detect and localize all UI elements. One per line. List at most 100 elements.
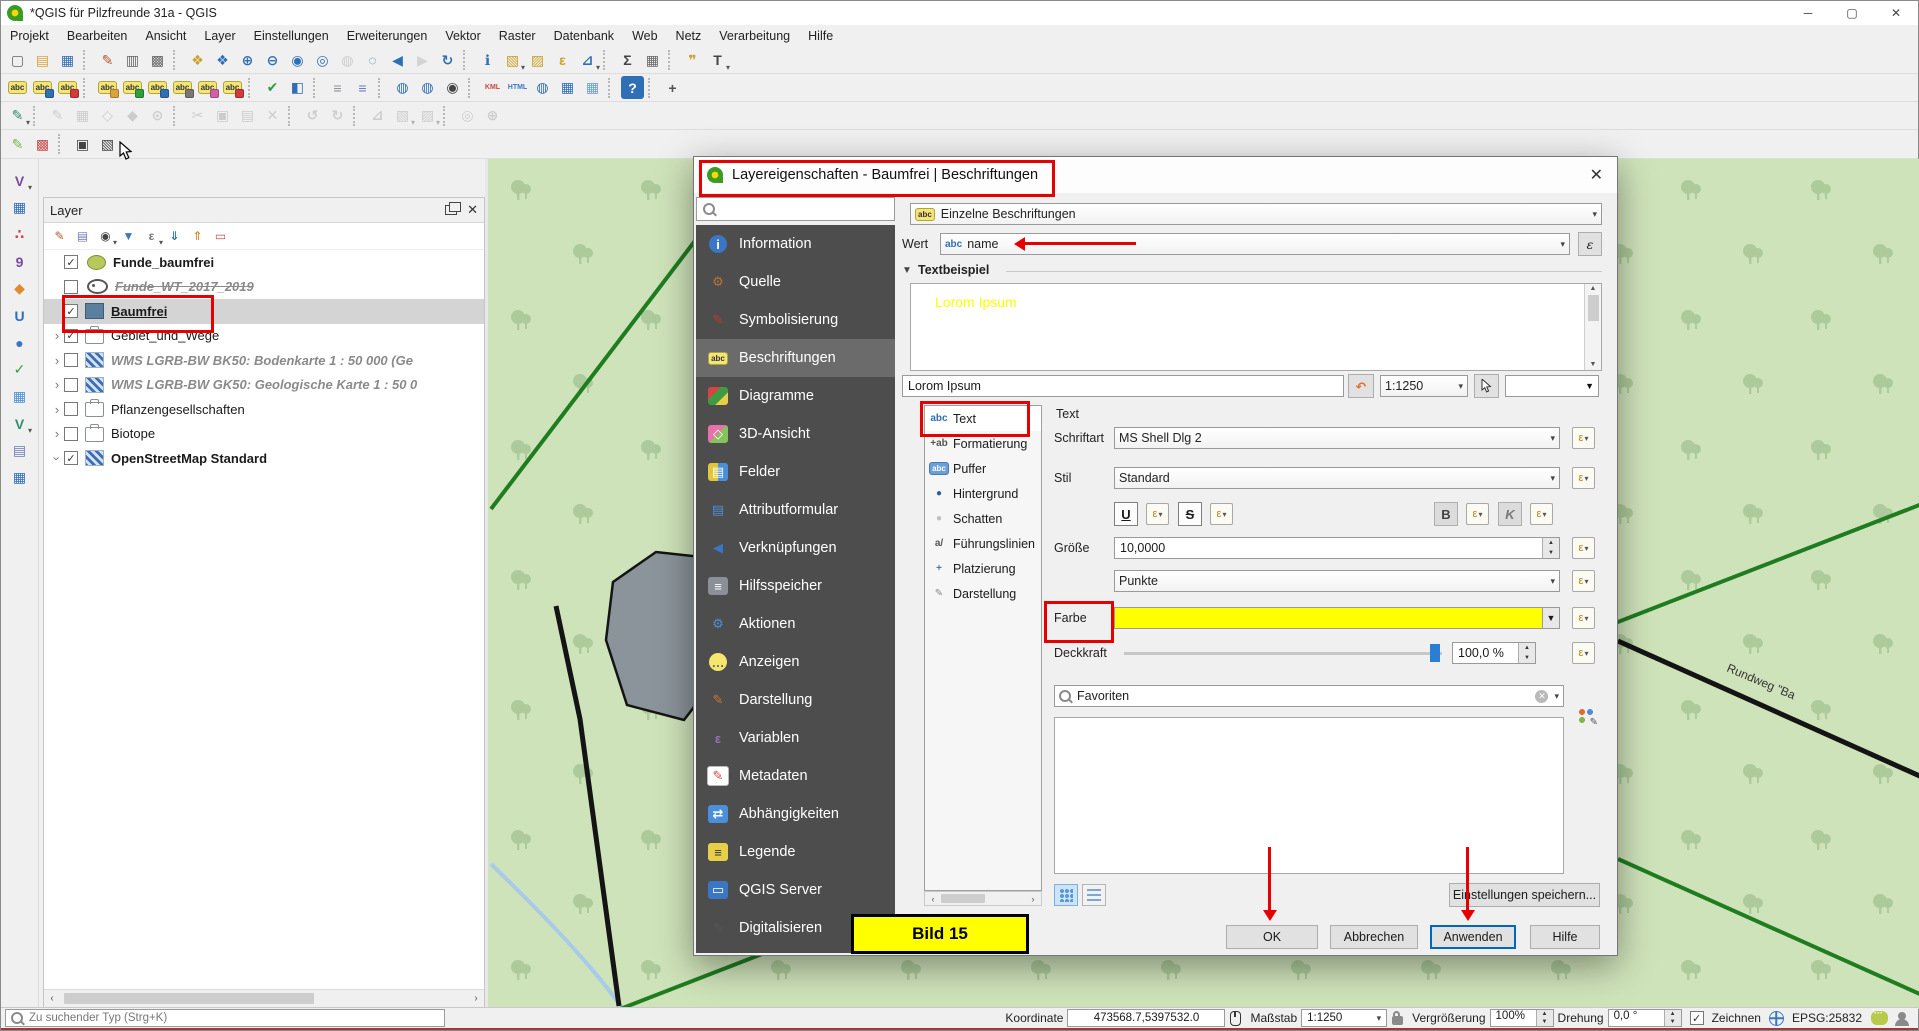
highlight-pinned-labels-icon[interactable]: abc (96, 76, 119, 99)
close-button[interactable]: ✕ (1874, 1, 1918, 25)
bold-button[interactable]: B (1434, 502, 1458, 526)
rotate-label-icon[interactable]: abc (196, 76, 219, 99)
mouse-position-icon[interactable] (1230, 1011, 1241, 1026)
dialog-tab-3d-ansicht[interactable]: ◇3D-Ansicht (696, 415, 895, 453)
select-raster-region-icon[interactable]: ▧ (96, 133, 119, 156)
snapping-options-icon[interactable]: ◆ (8, 277, 31, 300)
table-manager-icon[interactable]: ▦ (8, 466, 31, 489)
pin-unpin-labels-icon[interactable]: abc (121, 76, 144, 99)
geometry-checker-icon[interactable]: ✓ (8, 358, 31, 381)
layer-item-funde-wt-2017-2019[interactable]: Funde_WT_2017_2019 (44, 275, 484, 300)
open-layer-styling-icon[interactable]: ✎ (49, 226, 70, 247)
label-tab-formatierung[interactable]: +abFormatierung (925, 431, 1041, 456)
cut-features-icon[interactable]: ✂ (186, 104, 209, 127)
db-source-select-icon[interactable]: ≡ (351, 76, 374, 99)
trace-icon[interactable]: ⊕ (481, 104, 504, 127)
dialog-tab-felder[interactable]: ▤Felder (696, 453, 895, 491)
dialog-tab-variablen[interactable]: εVariablen (696, 719, 895, 757)
rule-label-icon[interactable]: abc (56, 76, 79, 99)
expander-icon[interactable]: › (50, 402, 64, 417)
layer-item-biotope[interactable]: ›Biotope (44, 422, 484, 447)
labeling-mode-combo[interactable]: abc Einzelne Beschriftungen▾ (910, 203, 1602, 225)
layer-checkbox[interactable] (64, 427, 78, 441)
locator-search-input[interactable]: Zu suchender Typ (Strg+K) (5, 1009, 445, 1027)
layer-checkbox[interactable]: ✓ (64, 304, 78, 318)
vertex-tool-icon[interactable]: ⊙ (146, 104, 169, 127)
globe-plus-icon[interactable]: ◍ (531, 76, 554, 99)
new-project-icon[interactable]: ▢ (6, 49, 29, 72)
attribute-table-icon[interactable]: ▦ (641, 49, 664, 72)
expander-icon[interactable]: › (50, 353, 64, 368)
add-group-icon[interactable]: ▤ (72, 226, 93, 247)
search-layers-icon[interactable]: ◉ (441, 76, 464, 99)
layer-checkbox[interactable]: ✓ (64, 451, 78, 465)
font-override-button[interactable]: ε▾ (1572, 427, 1595, 449)
save-edits-icon[interactable]: ▦ (71, 104, 94, 127)
dialog-tab-verkn-pfungen[interactable]: ◀Verknüpfungen (696, 529, 895, 567)
dialog-tab-diagramme[interactable]: Diagramme (696, 377, 895, 415)
dialog-tab-legende[interactable]: ≡Legende (696, 833, 895, 871)
font-color-button[interactable]: ▼ (1114, 607, 1560, 629)
render-checkbox[interactable]: ✓ (1690, 1011, 1704, 1025)
filter-legend-icon[interactable]: ▼ (118, 226, 139, 247)
snap-toggle-icon[interactable]: ◎ (456, 104, 479, 127)
pan-to-selection-icon[interactable]: ❖ (211, 49, 234, 72)
label-tab-puffer[interactable]: abcPuffer (925, 456, 1041, 481)
bold-override-button[interactable]: ε▾ (1466, 503, 1489, 525)
layer-labeling-icon[interactable]: abc (6, 76, 29, 99)
menu-ansicht[interactable]: Ansicht (136, 25, 195, 47)
label-tab-darstellung[interactable]: ✎Darstellung (925, 581, 1041, 606)
strikeout-button[interactable]: S (1178, 502, 1202, 526)
dialog-tab-attributformular[interactable]: ▤Attributformular (696, 491, 895, 529)
single-label-icon[interactable]: abc (31, 76, 54, 99)
menu-verarbeitung[interactable]: Verarbeitung (710, 25, 799, 47)
menu-bearbeiten[interactable]: Bearbeiten (58, 25, 136, 47)
scale-combo[interactable]: 1:1250▾ (1301, 1009, 1387, 1027)
expand-all-icon[interactable]: ⇓ (164, 226, 185, 247)
dialog-tab-hilfsspeicher[interactable]: ≡Hilfsspeicher (696, 567, 895, 605)
layer-checkbox[interactable] (64, 402, 78, 416)
expander-icon[interactable]: › (50, 328, 64, 343)
clear-filter-icon[interactable]: ✕ (1535, 690, 1548, 703)
dialog-tab-quelle[interactable]: ⚙Quelle (696, 263, 895, 301)
style-manager-icon[interactable] (1578, 707, 1596, 725)
redo-icon[interactable]: ↻ (326, 104, 349, 127)
save-project-icon[interactable]: ▦ (56, 49, 79, 72)
layer-checkbox[interactable] (64, 280, 78, 294)
preview-background-combo[interactable]: ▼ (1505, 375, 1599, 397)
user-profile-icon[interactable] (1898, 1012, 1906, 1020)
delete-selected-icon[interactable]: ✕ (261, 104, 284, 127)
italic-button[interactable]: K (1498, 502, 1522, 526)
opacity-override-button[interactable]: ε▾ (1572, 642, 1595, 664)
map-tips-icon[interactable]: ❞ (681, 49, 704, 72)
geo-search-icon[interactable]: ◍ (416, 76, 439, 99)
dialog-tab-information[interactable]: iInformation (696, 225, 895, 263)
vertex-editor-icon[interactable]: ∴ (8, 223, 31, 246)
db-manager-icon[interactable]: ≡ (326, 76, 349, 99)
layer-item-wms-lgrb-bw-gk50-geologische-k[interactable]: ›WMS LGRB-BW GK50: Geologische Karte 1 :… (44, 373, 484, 398)
dialog-search-input[interactable] (696, 197, 895, 221)
favorites-filter-combo[interactable]: Favoriten ✕ ▾ (1054, 685, 1564, 707)
html-export-icon[interactable]: HTML (506, 76, 529, 99)
change-label-icon[interactable]: abc (221, 76, 244, 99)
ok-button[interactable]: OK (1226, 925, 1318, 949)
color-override-button[interactable]: ε▾ (1572, 607, 1595, 629)
dialog-tab-beschriftungen[interactable]: abcBeschriftungen (696, 339, 895, 377)
new-map-view-icon[interactable]: ▣ (71, 133, 94, 156)
strikeout-override-button[interactable]: ε▾ (1210, 503, 1233, 525)
label-tab-text[interactable]: abcText (925, 406, 1041, 431)
icon-view-button[interactable] (1054, 884, 1078, 906)
menu-projekt[interactable]: Projekt (1, 25, 58, 47)
layout-manager-icon[interactable]: ▩ (146, 49, 169, 72)
move-label-icon[interactable]: abc (171, 76, 194, 99)
help-contents-icon[interactable]: ? (621, 76, 644, 99)
show-hide-labels-icon[interactable]: abc (146, 76, 169, 99)
undo-icon[interactable]: ↺ (301, 104, 324, 127)
layer-checkbox[interactable]: ✓ (64, 255, 78, 269)
layers-panel-hscrollbar[interactable]: ‹ › (44, 989, 484, 1007)
identify-features-icon[interactable]: ℹ (476, 49, 499, 72)
select-features-icon[interactable]: ▧▾ (501, 49, 524, 72)
plugin-tool-icon[interactable]: 9 (8, 250, 31, 273)
digitize-icon[interactable]: ◇ (96, 104, 119, 127)
text-annotation-icon[interactable]: T▾ (706, 49, 729, 72)
